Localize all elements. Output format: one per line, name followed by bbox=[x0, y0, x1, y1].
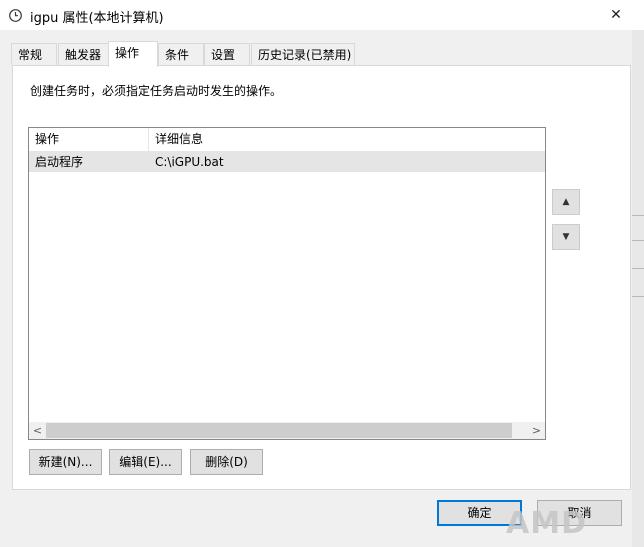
move-up-button[interactable]: ▲ bbox=[552, 189, 580, 215]
title-bar[interactable]: igpu 属性(本地计算机) ✕ bbox=[0, 0, 644, 30]
background-line bbox=[632, 296, 644, 297]
close-icon[interactable]: ✕ bbox=[604, 3, 628, 27]
list-header: 操作 详细信息 bbox=[29, 128, 545, 152]
clock-icon bbox=[9, 9, 22, 22]
horizontal-scrollbar[interactable]: < > bbox=[29, 422, 545, 439]
new-action-button[interactable]: 新建(N)... bbox=[29, 449, 102, 475]
column-header-details[interactable]: 详细信息 bbox=[149, 128, 545, 151]
triangle-up-icon: ▲ bbox=[562, 197, 570, 207]
background-line bbox=[632, 268, 644, 269]
row-action: 启动程序 bbox=[35, 155, 84, 169]
triangle-down-icon: ▼ bbox=[562, 232, 570, 242]
table-row[interactable]: 启动程序 C:\iGPU.bat bbox=[29, 152, 545, 172]
actions-description: 创建任务时，必须指定任务启动时发生的操作。 bbox=[30, 84, 283, 98]
background-window-edge bbox=[632, 0, 644, 547]
row-details: C:\iGPU.bat bbox=[155, 155, 224, 169]
tab-conditions[interactable]: 条件 bbox=[158, 43, 204, 65]
delete-action-button[interactable]: 删除(D) bbox=[190, 449, 263, 475]
tab-actions[interactable]: 操作 bbox=[108, 41, 158, 67]
scroll-right-icon[interactable]: > bbox=[528, 422, 545, 439]
tab-triggers[interactable]: 触发器 bbox=[58, 43, 110, 65]
amd-watermark: AMD bbox=[506, 506, 587, 541]
tab-history[interactable]: 历史记录(已禁用) bbox=[251, 43, 355, 65]
tab-settings[interactable]: 设置 bbox=[204, 43, 250, 65]
move-down-button[interactable]: ▼ bbox=[552, 224, 580, 250]
edit-action-button[interactable]: 编辑(E)... bbox=[109, 449, 182, 475]
window-title: igpu 属性(本地计算机) bbox=[30, 11, 164, 26]
tab-general[interactable]: 常规 bbox=[11, 43, 57, 65]
background-line bbox=[632, 215, 644, 216]
column-header-action[interactable]: 操作 bbox=[29, 128, 149, 151]
actions-list[interactable]: 操作 详细信息 启动程序 C:\iGPU.bat < > bbox=[28, 127, 546, 440]
background-line bbox=[632, 240, 644, 241]
scroll-left-icon[interactable]: < bbox=[29, 422, 46, 439]
scroll-thumb[interactable] bbox=[46, 423, 512, 438]
actions-panel: 创建任务时，必须指定任务启动时发生的操作。 操作 详细信息 启动程序 C:\iG… bbox=[12, 65, 631, 490]
